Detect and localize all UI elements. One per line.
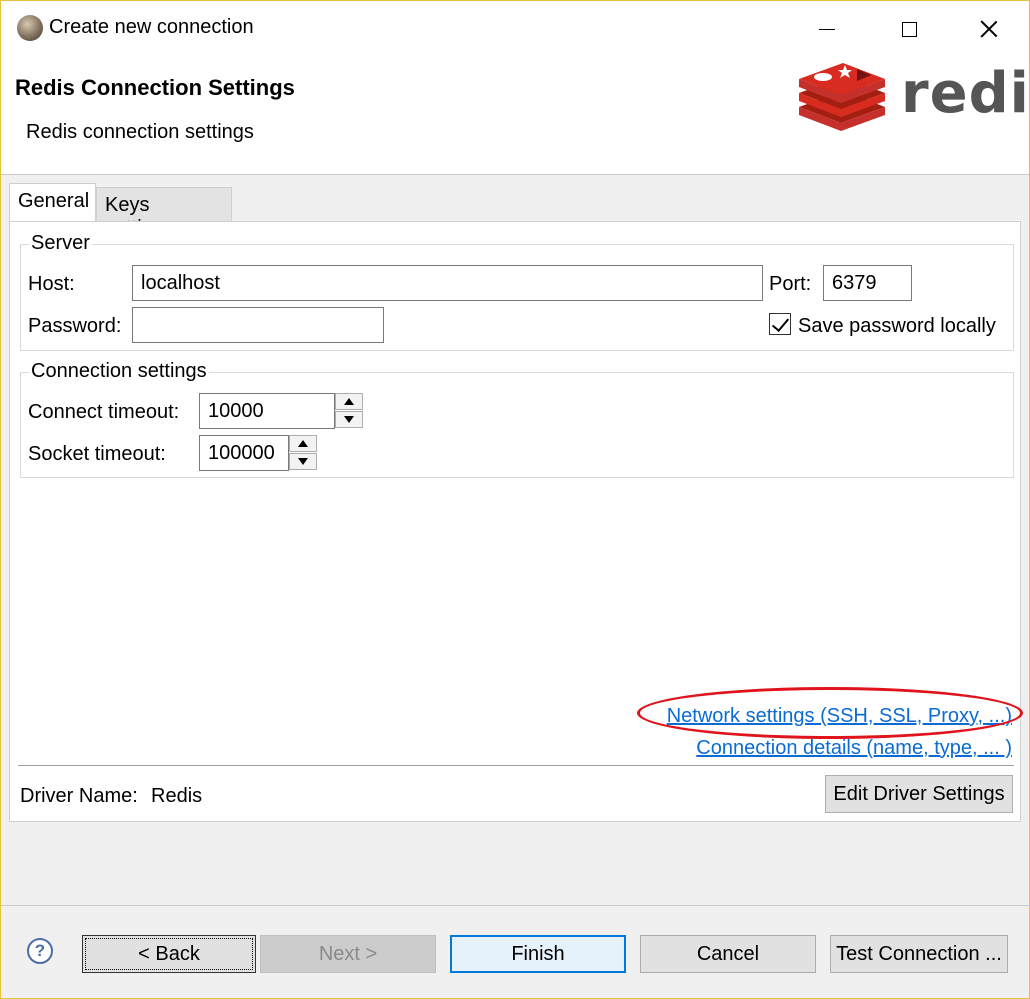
port-label: Port:	[769, 273, 812, 295]
edit-driver-settings-button[interactable]: Edit Driver Settings	[825, 775, 1013, 813]
socket-timeout-input[interactable]: 100000	[199, 435, 289, 471]
redis-logo-text: redis	[901, 61, 1030, 126]
connect-timeout-down-button[interactable]	[335, 411, 363, 428]
highlight-annotation	[637, 687, 1023, 739]
connection-details-link[interactable]: Connection details (name, type, ... )	[696, 737, 1012, 760]
arrow-down-icon	[344, 416, 354, 423]
connect-timeout-input[interactable]: 10000	[199, 393, 335, 429]
close-button[interactable]	[969, 9, 1009, 49]
password-label: Password:	[28, 315, 122, 337]
socket-timeout-label: Socket timeout:	[28, 443, 166, 465]
arrow-down-icon	[298, 458, 308, 465]
driver-name-label: Driver Name:	[20, 785, 138, 807]
tab-general[interactable]: General	[9, 183, 96, 221]
dialog-window: Create new connection Redis Connection S…	[0, 0, 1030, 999]
maximize-button[interactable]	[889, 9, 929, 49]
save-password-label[interactable]: Save password locally	[798, 315, 996, 338]
connect-timeout-up-button[interactable]	[335, 393, 363, 410]
arrow-up-icon	[344, 398, 354, 405]
arrow-up-icon	[298, 440, 308, 447]
socket-timeout-down-button[interactable]	[289, 453, 317, 470]
minimize-icon	[819, 28, 835, 30]
test-connection-button[interactable]: Test Connection ...	[830, 935, 1008, 973]
cancel-button[interactable]: Cancel	[640, 935, 816, 973]
page-subtitle: Redis connection settings	[26, 121, 254, 143]
connection-settings-group-label: Connection settings	[29, 360, 209, 383]
connect-timeout-label: Connect timeout:	[28, 401, 180, 423]
maximize-icon	[901, 21, 917, 37]
footer-separator	[1, 905, 1030, 906]
wizard-header: Redis Connection Settings Redis connecti…	[1, 57, 1030, 175]
password-input[interactable]	[132, 307, 384, 343]
socket-timeout-stepper	[289, 435, 317, 471]
connection-settings-group: Connection settings	[20, 360, 1014, 478]
back-button[interactable]: < Back	[82, 935, 256, 973]
finish-button[interactable]: Finish	[450, 935, 626, 973]
panel-separator	[18, 765, 1014, 766]
page-title: Redis Connection Settings	[15, 75, 295, 100]
dbeaver-app-icon	[17, 15, 43, 41]
driver-name-value: Redis	[151, 785, 203, 807]
next-button[interactable]: Next >	[260, 935, 436, 973]
save-password-checkbox[interactable]	[769, 313, 791, 335]
window-title: Create new connection	[49, 16, 254, 38]
title-bar: Create new connection	[1, 1, 1029, 57]
port-input[interactable]: 6379	[823, 265, 912, 301]
help-icon[interactable]: ?	[27, 938, 53, 964]
close-icon	[980, 20, 998, 38]
server-group-label: Server	[29, 232, 92, 255]
tab-keys-settings[interactable]: Keys settings	[96, 187, 232, 239]
connect-timeout-stepper	[335, 393, 363, 429]
host-input[interactable]: localhost	[132, 265, 763, 301]
socket-timeout-up-button[interactable]	[289, 435, 317, 452]
host-label: Host:	[28, 273, 75, 295]
minimize-button[interactable]	[807, 9, 847, 49]
